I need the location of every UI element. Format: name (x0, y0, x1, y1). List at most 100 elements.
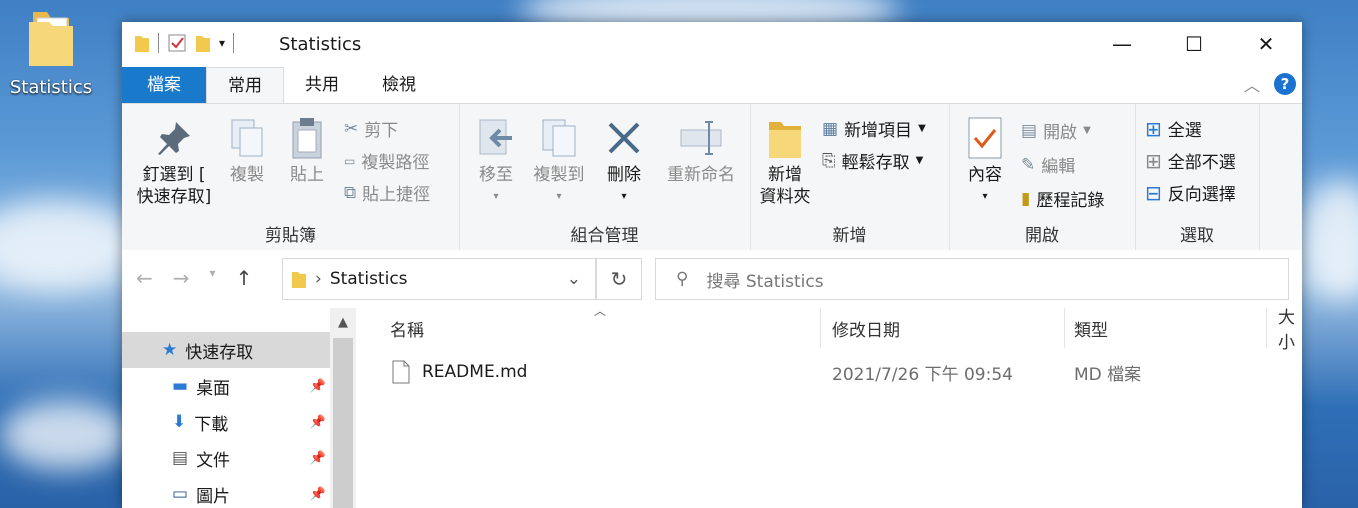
new-folder-button[interactable]: 新增 資料夾 (756, 112, 814, 208)
edit-button[interactable]: ✎ 編輯 (1021, 152, 1076, 178)
scroll-up-icon[interactable]: ▲ (330, 308, 356, 336)
paste-button[interactable]: 貼上 (282, 112, 332, 186)
new-item-button[interactable]: ▦ 新增項目 ▼ (822, 116, 926, 142)
navigation-pane: ★ 快速存取 ▬ 桌面 📌 ⬇ 下載 📌 ▤ 文件 📌 ▭ 圖片 📌 ▲ (122, 308, 358, 508)
properties-button[interactable]: 內容 ▾ (957, 112, 1013, 208)
copy-path-label: 複製路徑 (361, 153, 430, 173)
nav-item-downloads[interactable]: ⬇ 下載 📌 (122, 404, 330, 440)
minimize-button[interactable]: — (1086, 22, 1158, 66)
address-bar[interactable]: › Statistics ⌄ (282, 258, 596, 300)
select-none-button[interactable]: ⊞ 全部不選 (1145, 148, 1236, 174)
download-arrow-icon: ⬇ (172, 412, 187, 432)
back-arrow-icon[interactable]: ← (136, 266, 153, 290)
move-to-button[interactable]: 移至 ▾ (471, 112, 521, 208)
customize-toolbar-icon[interactable]: ▾ (219, 36, 225, 50)
copy-path-icon: ▭ (344, 153, 356, 168)
history-button[interactable]: ▮ 歷程記錄 (1021, 186, 1105, 212)
column-header-date[interactable]: 修改日期 (832, 310, 900, 346)
select-all-button[interactable]: ⊞ 全選 (1145, 116, 1202, 142)
pin-label-1: 釘選到 [ (142, 165, 206, 185)
pin-icon[interactable]: 📌 (310, 415, 326, 430)
column-header-size[interactable]: 大小 (1278, 308, 1302, 353)
desktop-folder-statistics[interactable]: Statistics (8, 8, 94, 98)
column-header-type[interactable]: 類型 (1074, 310, 1108, 346)
pin-icon[interactable]: 📌 (310, 451, 326, 466)
paste-shortcut-icon: ⧉ (344, 182, 357, 203)
nav-item-label: 文件 (196, 450, 231, 471)
properties-check-icon[interactable] (167, 33, 187, 53)
refresh-icon: ↻ (610, 267, 628, 291)
select-none-label: 全部不選 (1167, 153, 1236, 173)
navigation-bar: ← → ▾ ↑ › Statistics ⌄ ↻ ⚲ 搜尋 Statistics (122, 250, 1302, 306)
close-button[interactable]: ✕ (1230, 22, 1302, 66)
help-icon[interactable]: ? (1274, 73, 1296, 95)
explorer-window: ▾ Statistics — ☐ ✕ 檔案 常用 共用 檢視 ︿ ? 釘選到 [… (122, 22, 1302, 508)
nav-item-documents[interactable]: ▤ 文件 📌 (122, 440, 330, 476)
cut-label: 剪下 (364, 121, 399, 141)
tab-home[interactable]: 常用 (206, 67, 284, 104)
scissors-icon: ✂ (344, 118, 359, 139)
copy-label: 複製 (230, 165, 264, 185)
forward-arrow-icon[interactable]: → (173, 266, 190, 290)
select-all-icon: ⊞ (1145, 116, 1162, 141)
invert-selection-icon: ⊟ (1145, 180, 1162, 205)
properties-label: 內容 (968, 165, 1002, 185)
tab-view[interactable]: 檢視 (368, 67, 430, 103)
pin-icon[interactable]: 📌 (310, 487, 326, 502)
nav-quick-access-label: 快速存取 (185, 342, 254, 363)
ribbon: 釘選到 [ 快速存取] 複製 貼上 ✂ 剪下 ▭ 複製路徑 ⧉ 貼上捷徑 剪貼簿… (122, 103, 1302, 251)
scroll-thumb[interactable] (333, 338, 353, 508)
new-item-label: 新增項目 (844, 121, 913, 141)
search-box[interactable]: ⚲ 搜尋 Statistics (655, 258, 1289, 300)
group-label-clipboard: 剪貼簿 (265, 226, 316, 246)
nav-quick-access[interactable]: ★ 快速存取 (122, 332, 330, 368)
pin-icon[interactable]: 📌 (310, 379, 326, 394)
refresh-button[interactable]: ↻ (596, 258, 642, 300)
breadcrumb-statistics[interactable]: Statistics (330, 269, 408, 289)
chevron-down-icon: ▼ (915, 155, 924, 166)
nav-item-pictures[interactable]: ▭ 圖片 📌 (122, 476, 330, 508)
picture-icon: ▭ (172, 484, 189, 504)
easy-access-icon: ⎘ (822, 150, 836, 171)
search-input[interactable]: 搜尋 Statistics (706, 267, 823, 292)
cut-button[interactable]: ✂ 剪下 (344, 116, 399, 142)
invert-selection-label: 反向選擇 (1167, 185, 1236, 205)
history-label: 歷程記錄 (1036, 191, 1105, 211)
copy-to-label: 複製到 (533, 165, 585, 185)
new-folder-icon[interactable] (195, 33, 211, 53)
rename-button[interactable]: 重新命名 (663, 112, 739, 186)
chevron-down-icon: ▼ (918, 123, 926, 134)
invert-selection-button[interactable]: ⊟ 反向選擇 (1145, 180, 1236, 206)
tab-file[interactable]: 檔案 (122, 67, 206, 103)
column-header-name[interactable]: 名稱 (390, 310, 424, 346)
open-button[interactable]: ▤ 開啟 ▼ (1021, 118, 1091, 144)
copy-icon (231, 119, 263, 157)
nav-item-label: 下載 (194, 414, 229, 435)
copy-button[interactable]: 複製 (222, 112, 272, 186)
copy-to-button[interactable]: 複製到 ▾ (529, 112, 589, 208)
collapse-ribbon-icon[interactable]: ︿ (1244, 72, 1260, 96)
file-row[interactable]: README.md 2021/7/26 下午 09:54 MD 檔案 (380, 354, 1300, 390)
easy-access-button[interactable]: ⎘ 輕鬆存取 ▼ (822, 148, 924, 174)
recent-locations-icon[interactable]: ▾ (210, 266, 216, 290)
nav-item-label: 圖片 (196, 486, 231, 507)
paste-icon (292, 118, 322, 159)
star-icon: ★ (162, 340, 178, 360)
pin-label-2: 快速存取] (136, 187, 212, 207)
open-icon: ▤ (1021, 120, 1038, 141)
paste-shortcut-button[interactable]: ⧉ 貼上捷徑 (344, 180, 430, 206)
edit-label: 編輯 (1041, 157, 1076, 177)
folder-icon (29, 12, 73, 66)
copy-path-button[interactable]: ▭ 複製路徑 (344, 148, 429, 173)
folder-icon (292, 272, 306, 288)
pin-to-quick-access-button[interactable]: 釘選到 [ 快速存取] (132, 112, 216, 208)
maximize-button[interactable]: ☐ (1158, 22, 1230, 66)
tab-share[interactable]: 共用 (292, 67, 352, 103)
chevron-down-icon[interactable]: ⌄ (567, 269, 581, 289)
nav-item-desktop[interactable]: ▬ 桌面 📌 (122, 368, 330, 404)
rename-label: 重新命名 (667, 165, 735, 185)
nav-scrollbar[interactable]: ▲ (330, 308, 356, 508)
delete-button[interactable]: 刪除 ▾ (599, 112, 649, 208)
file-name: README.md (422, 362, 528, 382)
up-arrow-icon[interactable]: ↑ (236, 266, 253, 290)
